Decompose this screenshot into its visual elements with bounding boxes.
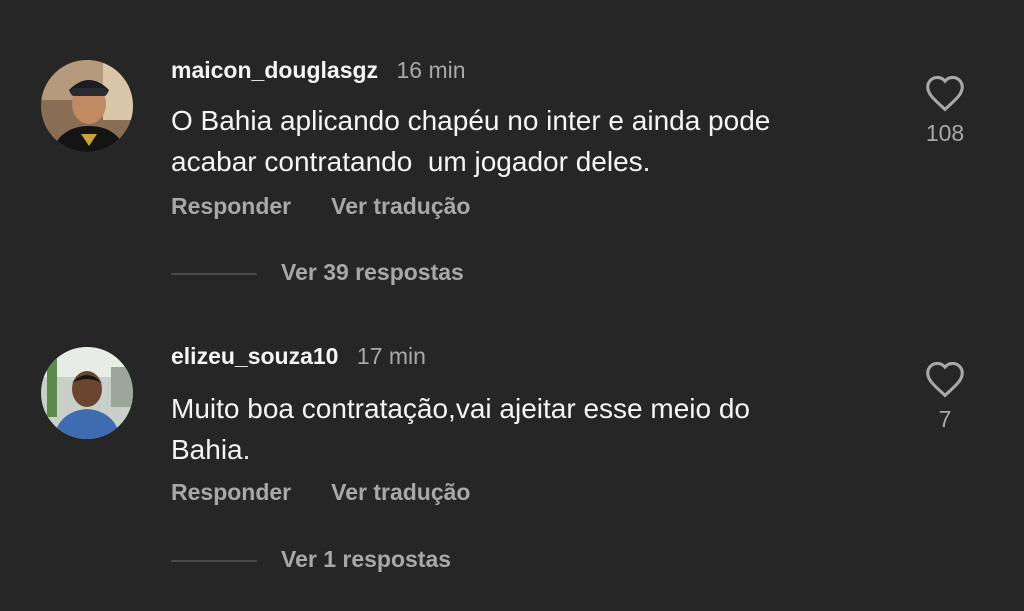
heart-outline-icon[interactable]: [900, 360, 990, 398]
comment-text: Muito boa contratação,vai ajeitar esse m…: [171, 393, 750, 465]
timestamp: 17 min: [356, 343, 426, 369]
view-replies-label: Ver 1 respostas: [281, 546, 452, 572]
heart-outline-icon[interactable]: [900, 74, 990, 112]
username[interactable]: maicon_douglasgz: [171, 57, 378, 83]
avatar[interactable]: [41, 60, 133, 152]
timestamp: 16 min: [396, 57, 466, 83]
comment-header: maicon_douglasgz 16 min: [171, 55, 466, 85]
avatar[interactable]: [41, 347, 133, 439]
reply-button[interactable]: Responder: [171, 479, 291, 505]
see-translation-button[interactable]: Ver tradução: [331, 479, 470, 505]
like-control: 7: [900, 360, 990, 434]
comment-actions: Responder Ver tradução: [171, 191, 470, 221]
replies-divider: [171, 559, 257, 562]
like-count: 108: [925, 120, 965, 146]
like-control: 108: [900, 74, 990, 148]
view-replies-label: Ver 39 respostas: [281, 259, 464, 285]
see-translation-button[interactable]: Ver tradução: [331, 193, 470, 219]
comment-text: O Bahia aplicando chapéu no inter e aind…: [171, 105, 771, 177]
comment-header: elizeu_souza10 17 min: [171, 341, 426, 371]
comment-actions: Responder Ver tradução: [171, 477, 470, 507]
view-replies-button[interactable]: Ver 39 respostas: [171, 257, 464, 287]
like-count: 7: [938, 406, 952, 432]
username[interactable]: elizeu_souza10: [171, 343, 338, 369]
reply-button[interactable]: Responder: [171, 193, 291, 219]
view-replies-button[interactable]: Ver 1 respostas: [171, 544, 451, 574]
replies-divider: [171, 272, 257, 275]
